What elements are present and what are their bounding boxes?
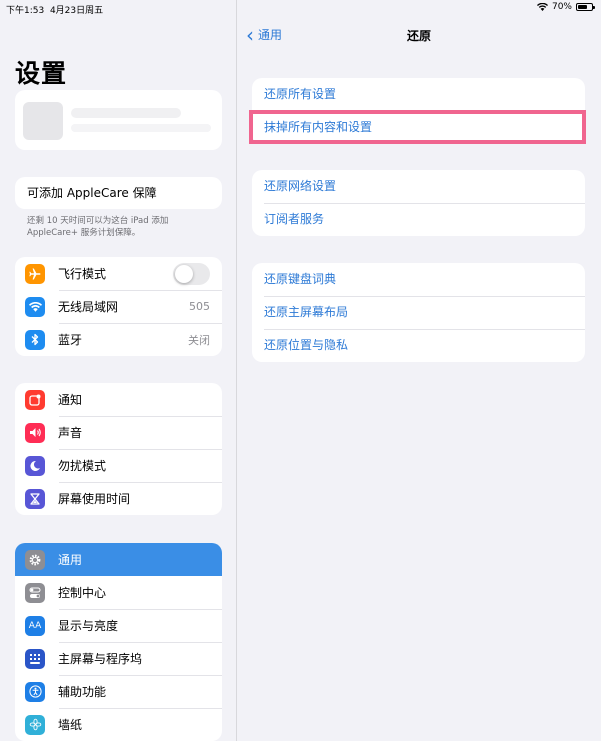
reset-all-settings[interactable]: 还原所有设置: [252, 78, 585, 111]
sidebar-item-home-screen[interactable]: 主屏幕与程序坞: [15, 642, 222, 675]
applecare-title: 可添加 AppleCare 保障: [27, 186, 157, 200]
sidebar-item-airplane[interactable]: 飞行模式: [15, 257, 222, 290]
detail-title: 还原: [406, 29, 431, 43]
sidebar-item-sounds[interactable]: 声音: [15, 416, 222, 449]
sidebar-item-label: 无线局域网: [58, 300, 119, 314]
sidebar-item-general[interactable]: 通用: [15, 543, 222, 576]
status-bar: 下午1:53 4月23日周五 70%: [0, 0, 601, 16]
avatar: [23, 102, 63, 140]
battery-icon: [576, 3, 595, 11]
bluetooth-value: 关闭: [188, 333, 210, 347]
home-grid-icon: [25, 648, 45, 669]
toggle-knob: [175, 265, 193, 283]
subscriber-services[interactable]: 订阅者服务: [252, 203, 585, 236]
wifi-icon: [25, 296, 45, 317]
sidebar-item-label: 勿扰模式: [58, 459, 107, 473]
gear-icon: [25, 549, 45, 570]
reset-group-2: 还原网络设置 订阅者服务: [252, 170, 585, 236]
sidebar-item-wallpaper[interactable]: 墙纸: [15, 708, 222, 741]
wifi-network-value: 505: [189, 300, 210, 313]
sidebar-item-screen-time[interactable]: 屏幕使用时间: [15, 482, 222, 515]
battery-percent: 70%: [551, 2, 572, 12]
display-icon: AA: [25, 615, 45, 636]
page-title: 设置: [15, 59, 68, 88]
profile-sub-blur: [71, 124, 211, 132]
settings-group-notifications: 通知 声音 勿扰模式 屏幕使用时间: [15, 383, 222, 515]
sound-icon: [25, 422, 45, 443]
sidebar-item-label: 蓝牙: [58, 333, 83, 347]
hourglass-icon: [25, 488, 45, 509]
sidebar-item-label: 主屏幕与程序坞: [58, 652, 143, 666]
sidebar-item-label: 屏幕使用时间: [58, 492, 131, 506]
notifications-icon: [25, 389, 45, 410]
applecare-card[interactable]: 可添加 AppleCare 保障: [15, 177, 222, 209]
sidebar-item-label: 控制中心: [58, 586, 107, 600]
sidebar-item-label: 声音: [58, 426, 83, 440]
reset-network-settings[interactable]: 还原网络设置: [252, 170, 585, 203]
sidebar-item-label: 通知: [58, 393, 83, 407]
sidebar-item-notifications[interactable]: 通知: [15, 383, 222, 416]
sidebar-item-control-center[interactable]: 控制中心: [15, 576, 222, 609]
airplane-toggle[interactable]: [173, 263, 210, 285]
wifi-status-icon: [536, 3, 548, 11]
sidebar-item-label: 显示与亮度: [58, 619, 119, 633]
bluetooth-icon: [25, 329, 45, 350]
sidebar-item-bluetooth[interactable]: 蓝牙 关闭: [15, 323, 222, 356]
sidebar-item-accessibility[interactable]: 辅助功能: [15, 675, 222, 708]
status-right: 70%: [536, 2, 595, 12]
reset-home-screen-layout[interactable]: 还原主屏幕布局: [252, 296, 585, 329]
moon-icon: [25, 455, 45, 476]
sidebar-item-label: 辅助功能: [58, 685, 107, 699]
highlight-box: [249, 110, 586, 144]
reset-group-3: 还原键盘词典 还原主屏幕布局 还原位置与隐私: [252, 263, 585, 362]
wallpaper-icon: [25, 714, 45, 735]
sidebar-item-label: 飞行模式: [58, 267, 107, 281]
sidebar-item-wifi[interactable]: 无线局域网 505: [15, 290, 222, 323]
status-time: 下午1:53 4月23日周五: [6, 6, 104, 16]
applecare-note: 还剩 10 天时间可以为这台 iPad 添加 AppleCare+ 服务计划保障…: [27, 216, 169, 238]
settings-group-general: 通用 控制中心 AA 显示与亮度 主屏幕与程序坞 辅助功能 墙纸: [15, 543, 222, 741]
sidebar: 设置 可添加 AppleCare 保障 还剩 10 天时间可以为这台 iPad …: [0, 0, 237, 741]
sidebar-item-do-not-disturb[interactable]: 勿扰模式: [15, 449, 222, 482]
sidebar-item-label: 墙纸: [58, 718, 83, 732]
sidebar-item-display[interactable]: AA 显示与亮度: [15, 609, 222, 642]
profile-name-blur: [71, 108, 181, 118]
settings-group-connectivity: 飞行模式 无线局域网 505 蓝牙 关闭: [15, 257, 222, 356]
airplane-icon: [25, 263, 45, 284]
toggles-icon: [25, 582, 45, 603]
reset-location-privacy[interactable]: 还原位置与隐私: [252, 329, 585, 362]
battery-level: [578, 5, 587, 9]
accessibility-icon: [25, 681, 45, 702]
detail-pane: ‹ 通用 还原 还原所有设置 抹掉所有内容和设置 还原网络设置 订阅者服务 还原…: [237, 0, 601, 741]
profile-card[interactable]: [15, 90, 222, 150]
reset-keyboard-dictionary[interactable]: 还原键盘词典: [252, 263, 585, 296]
sidebar-item-label: 通用: [58, 553, 83, 567]
